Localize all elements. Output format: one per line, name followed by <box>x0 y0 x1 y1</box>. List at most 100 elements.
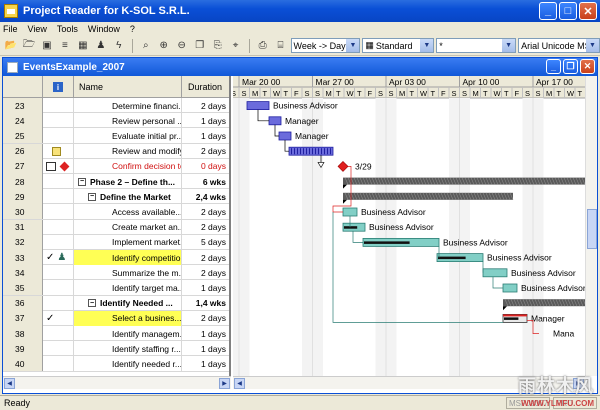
scroll-left-icon[interactable]: ◀ <box>4 378 15 389</box>
table-row[interactable]: 26 Review and modify t...2 days <box>3 143 229 159</box>
task-name-cell[interactable]: Implement market... <box>74 234 182 250</box>
duration-cell[interactable]: 1 days <box>182 356 229 371</box>
task-name-cell[interactable]: Select a busines... <box>74 310 182 326</box>
table-row[interactable]: 23 Determine financi... 2 days <box>3 98 229 114</box>
task-name: Implement market... <box>112 237 182 248</box>
task-name-cell[interactable]: Evaluate initial pr... <box>74 128 182 144</box>
duration-cell[interactable]: 1 days <box>182 128 229 143</box>
menu-view[interactable]: View <box>28 24 47 34</box>
list-icon[interactable]: ≡ <box>57 38 73 54</box>
table-row[interactable]: 36− Identify Needed ... 1,4 wks <box>3 295 229 311</box>
find-icon[interactable]: ⌖ <box>228 38 244 54</box>
timescale-select[interactable]: Week -> Day ▼ <box>290 38 361 53</box>
task-name-cell[interactable]: Access available... <box>74 204 182 220</box>
zoom-out-icon[interactable]: ⊖ <box>174 38 190 54</box>
indicator-header[interactable]: i <box>43 76 74 98</box>
duration-cell[interactable]: 2,4 wks <box>182 189 229 204</box>
duration-cell[interactable]: 1 days <box>182 280 229 295</box>
table-row[interactable]: 27 Confirm decision to ...0 days <box>3 158 229 174</box>
table-row[interactable]: 24 Review personal ... 1 days <box>3 113 229 129</box>
menu-help[interactable]: ? <box>130 24 135 34</box>
scroll-left-icon[interactable]: ◀ <box>234 378 245 389</box>
duration-cell[interactable]: 2 days <box>182 250 229 265</box>
scroll-thumb[interactable] <box>587 209 597 249</box>
duration-cell[interactable]: 2 days <box>182 311 229 326</box>
table-row[interactable]: 39 Identify staffing r... 1 days <box>3 341 229 357</box>
print-icon[interactable]: ⎙ <box>255 38 271 54</box>
task-name-cell[interactable]: Summarize the m... <box>74 265 182 281</box>
maximize-button[interactable]: □ <box>559 2 577 20</box>
task-name: Review personal ... <box>112 115 182 126</box>
grid-icon[interactable]: ▦ <box>75 38 91 54</box>
print-preview-icon[interactable]: ⌸ <box>273 38 289 54</box>
lightning-icon[interactable]: ϟ <box>111 38 127 54</box>
menu-file[interactable]: File <box>3 24 18 34</box>
table-row[interactable]: 32 Implement market... 5 days <box>3 234 229 250</box>
collapse-icon[interactable]: − <box>88 299 96 308</box>
menu-tools[interactable]: Tools <box>57 24 78 34</box>
table-row[interactable]: 34 Summarize the m... 2 days <box>3 265 229 281</box>
task-name-cell[interactable]: Identify competition <box>74 250 182 265</box>
task-name-cell[interactable]: Identify target ma... <box>74 280 182 296</box>
table-row[interactable]: 40 Identify needed r... 1 days <box>3 356 229 372</box>
person-icon[interactable]: ♟ <box>93 38 109 54</box>
task-name-cell[interactable]: Create market an... <box>74 219 182 235</box>
duration-cell[interactable]: 2 days <box>182 265 229 280</box>
doc-restore-button[interactable]: ❐ <box>563 59 578 74</box>
table-row[interactable]: 30 Access available... 2 days <box>3 204 229 220</box>
folder-icon[interactable]: 🗁 <box>21 38 37 54</box>
paste-icon[interactable]: ⎘ <box>210 38 226 54</box>
duration-cell[interactable]: 1,4 wks <box>182 296 229 311</box>
open-folder-icon[interactable]: 📂 <box>3 38 19 54</box>
duration-cell[interactable]: 2 days <box>182 98 229 113</box>
table-row[interactable]: 38 Identify managem... 1 days <box>3 326 229 342</box>
duration-cell[interactable]: 2 days <box>182 220 229 235</box>
doc-minimize-button[interactable]: _ <box>546 59 561 74</box>
vertical-scrollbar[interactable] <box>585 76 597 376</box>
filter-select[interactable]: * ▼ <box>436 38 517 53</box>
duration-cell[interactable]: 1 days <box>182 113 229 128</box>
collapse-icon[interactable]: − <box>88 192 96 201</box>
duration-cell[interactable]: 2 days <box>182 204 229 219</box>
task-bar <box>278 131 292 141</box>
name-header[interactable]: Name <box>74 76 182 98</box>
table-row[interactable]: 35 Identify target ma... 1 days <box>3 280 229 296</box>
table-row[interactable]: 28− Phase 2 – Define th... 6 wks <box>3 174 229 190</box>
duration-cell[interactable]: 1 days <box>182 326 229 341</box>
zoom-in-icon[interactable]: ⊕ <box>156 38 172 54</box>
menu-window[interactable]: Window <box>88 24 120 34</box>
grid-horizontal-scrollbar[interactable]: ◀ ▶ <box>3 376 231 389</box>
task-name-cell[interactable]: − Phase 2 – Define th... <box>74 174 182 189</box>
duration-cell[interactable]: 0 days <box>182 159 229 174</box>
duration-cell[interactable]: 2 days <box>182 144 229 159</box>
duration-cell[interactable]: 6 wks <box>182 174 229 189</box>
minimize-button[interactable]: _ <box>539 2 557 20</box>
copy-icon[interactable]: ❐ <box>192 38 208 54</box>
table-row[interactable]: 29− Define the Market 2,4 wks <box>3 189 229 205</box>
table-row[interactable]: 31 Create market an... 2 days <box>3 219 229 235</box>
duration-cell[interactable]: 1 days <box>182 341 229 356</box>
task-name-cell[interactable]: Identify managem... <box>74 326 182 341</box>
task-name-cell[interactable]: − Define the Market <box>74 189 182 205</box>
task-name-cell[interactable]: Review personal ... <box>74 113 182 129</box>
scroll-right-icon[interactable]: ▶ <box>219 378 230 389</box>
zoom-icon[interactable]: ⌕ <box>138 38 154 54</box>
table-row[interactable]: 37 ✓ Select a busines... 2 days <box>3 310 229 326</box>
close-button[interactable]: ✕ <box>579 2 597 20</box>
collapse-icon[interactable]: − <box>78 177 86 186</box>
gantt-chart[interactable]: Mar 20 00 Mar 27 00 Apr 03 00 Apr 10 00 Apr … <box>233 76 585 376</box>
font-select[interactable]: Arial Unicode MS ▼ <box>518 38 600 53</box>
duration-header[interactable]: Duration <box>182 76 229 98</box>
duration-cell[interactable]: 5 days <box>182 235 229 250</box>
table-row[interactable]: 33 ✓ ♟ Identify competition 2 days <box>3 250 229 266</box>
task-name-cell[interactable]: Review and modify t... <box>74 143 182 159</box>
task-name-cell[interactable]: Identify staffing r... <box>74 341 182 357</box>
save-icon[interactable]: ▣ <box>39 38 55 54</box>
table-row[interactable]: 25 Evaluate initial pr... 1 days <box>3 128 229 144</box>
doc-close-button[interactable]: ✕ <box>580 59 595 74</box>
task-name-cell[interactable]: Identify needed r... <box>74 356 182 372</box>
task-name-cell[interactable]: Determine financi... <box>74 98 182 113</box>
view-select[interactable]: ▦ Standard ▼ <box>362 38 435 53</box>
task-name-cell[interactable]: − Identify Needed ... <box>74 295 182 311</box>
task-name-cell[interactable]: Confirm decision to ... <box>74 158 182 174</box>
